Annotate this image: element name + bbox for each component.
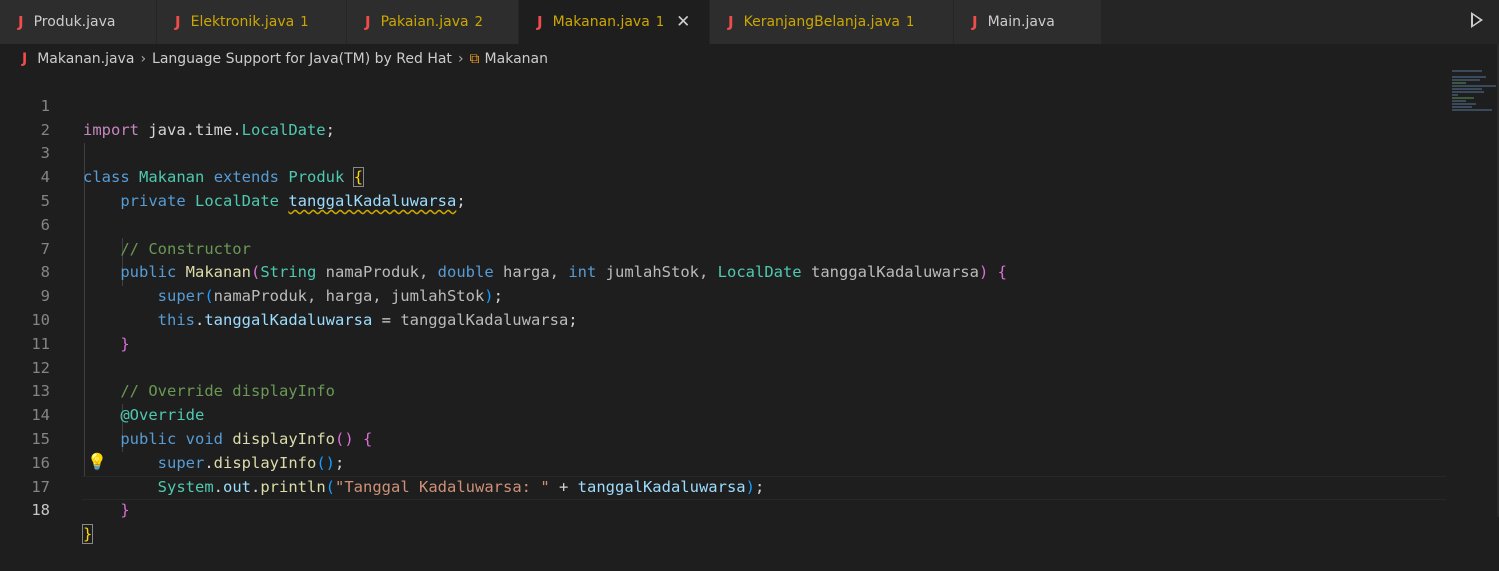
breadcrumb-symbol[interactable]: Makanan <box>485 51 548 67</box>
code-line: 1 import java.time.LocalDate; <box>0 71 1450 139</box>
tab-pakaian[interactable]: J Pakaian.java 2 <box>347 0 519 44</box>
bracket: } <box>81 524 94 545</box>
breadcrumb-file[interactable]: Makanan.java <box>37 51 134 67</box>
tab-label: Produk.java <box>33 14 116 30</box>
class-symbol-icon: ⧉ <box>469 51 480 67</box>
java-file-icon: J <box>365 13 371 31</box>
java-file-icon: J <box>175 13 181 31</box>
java-file-icon: J <box>18 13 24 31</box>
code-line: 12 // Override displayInfo <box>0 333 1450 401</box>
java-file-icon: J <box>728 13 734 31</box>
code-line: 3 class Makanan extends Produk { <box>0 119 1450 188</box>
tab-problem-count: 1 <box>655 14 665 30</box>
tab-keranjangbelanja[interactable]: J KeranjangBelanja.java 1 <box>710 0 954 44</box>
tab-label: Elektronik.java <box>190 14 295 30</box>
code-line: 2 <box>0 95 1450 139</box>
tab-problem-count: 1 <box>905 14 915 30</box>
java-file-icon: J <box>972 13 978 31</box>
code-line: 16 System.out.println("Tanggal Kadaluwar… <box>0 428 1450 496</box>
code-line: 6 // Constructor <box>0 190 1450 258</box>
tab-label: Makanan.java <box>552 14 650 30</box>
code-line: 18 } <box>0 476 1450 545</box>
code-line: 9 this.tanggalKadaluwarsa = tanggalKadal… <box>0 261 1450 329</box>
code-line: 8 super(namaProduk, harga, jumlahStok); <box>0 238 1450 305</box>
breadcrumb: J Makanan.java › Language Support for Ja… <box>22 48 548 70</box>
tab-problem-count: 1 <box>300 14 309 30</box>
close-icon[interactable]: ✕ <box>676 12 690 32</box>
code-line: 17 } <box>0 452 1450 520</box>
chevron-right-icon: › <box>457 51 464 67</box>
line-number: 18 <box>31 501 50 520</box>
tab-makanan[interactable]: J Makanan.java 1 ✕ <box>519 0 710 44</box>
java-file-icon: J <box>22 51 28 67</box>
run-icon[interactable] <box>1471 12 1483 28</box>
code-line: 13 @Override <box>0 357 1450 424</box>
code-editor[interactable]: 1 import java.time.LocalDate; 2 3 class … <box>0 71 1450 545</box>
code-line: 14 public void displayInfo() { <box>0 380 1450 448</box>
tab-label: KeranjangBelanja.java <box>743 14 900 30</box>
tab-label: Main.java <box>987 14 1055 30</box>
code-line: 5 <box>0 166 1450 210</box>
tab-label: Pakaian.java <box>380 14 469 30</box>
code-line: 7 public Makanan(String namaProduk, doub… <box>0 214 1450 282</box>
tab-elektronik[interactable]: J Elektronik.java 1 <box>157 0 347 44</box>
chevron-right-icon: › <box>140 51 147 67</box>
code-line: 11 <box>0 309 1450 353</box>
code-line: 10 } <box>0 285 1450 353</box>
code-line: 15 super.displayInfo(); <box>0 404 1450 472</box>
tab-problem-count: 2 <box>474 14 483 30</box>
code-line: 4 private LocalDate tanggalKadaluwarsa; <box>0 142 1450 210</box>
tab-produk[interactable]: J Produk.java <box>0 0 157 44</box>
java-file-icon: J <box>537 13 543 31</box>
minimap[interactable] <box>1452 70 1498 111</box>
tab-main[interactable]: J Main.java <box>954 0 1102 44</box>
breadcrumb-project[interactable]: Language Support for Java(TM) by Red Hat <box>152 51 452 67</box>
tab-bar: J Produk.java J Elektronik.java 1 J Paka… <box>0 0 1499 44</box>
